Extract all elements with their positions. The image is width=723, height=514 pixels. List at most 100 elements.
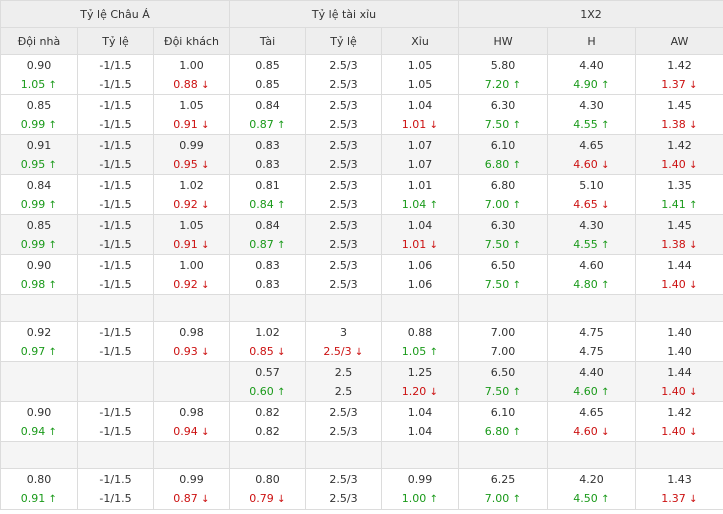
opening-odds: 2.5/3 [307, 96, 381, 115]
odds-value: -1/1.5 [99, 157, 132, 171]
arrow-up-icon [512, 383, 521, 401]
odds-value: -1/1.5 [99, 424, 132, 438]
cell-aw: 1.45 1.38 [635, 214, 723, 255]
odds-value: 6.50 [490, 365, 516, 379]
current-odds: 2.5/3 [307, 342, 381, 361]
arrow-up-icon [512, 156, 521, 174]
current-odds: 4.90 [549, 75, 635, 94]
cell-home: 0.90 1.05 [0, 54, 78, 95]
opening-odds: 1.05 [383, 56, 458, 75]
current-odds: 7.00 [460, 489, 547, 508]
odds-value: 0.88 [407, 325, 433, 339]
opening-odds: 1.01 [383, 176, 458, 195]
opening-odds [2, 363, 77, 382]
current-odds: 1.40 [637, 275, 723, 294]
opening-odds: 1.07 [383, 136, 458, 155]
arrow-up-icon [512, 76, 521, 94]
col-header-h: H [547, 27, 637, 55]
cell-over: 0.84 0.87 [229, 214, 307, 255]
opening-odds: -1/1.5 [79, 96, 153, 115]
odds-value: 0.87 [249, 117, 274, 131]
arrow-up-icon [277, 383, 286, 401]
cell-away: 1.05 0.91 [152, 94, 231, 135]
current-odds: 0.82 [231, 422, 305, 441]
cell-line: 2.5/3 2.5/3 [305, 401, 383, 442]
current-odds: 0.95 [2, 155, 77, 174]
table-row: 0.80 0.91 -1/1.5 -1/1.5 0.99 0.87 0.80 0.79 2.5/… [0, 468, 723, 510]
current-odds: 0.85 [231, 342, 305, 361]
arrow-up-icon [48, 196, 57, 214]
current-odds [2, 382, 77, 401]
cell-away: 0.98 0.93 [152, 321, 231, 362]
opening-odds: 6.50 [460, 363, 547, 382]
cell-h: 5.10 4.65 [547, 174, 637, 215]
opening-odds: -1/1.5 [79, 136, 153, 155]
opening-odds: 0.80 [2, 470, 77, 489]
group-header-1x2: 1X2 [458, 0, 723, 28]
odds-value: 7.50 [484, 384, 510, 398]
current-odds: 2.5 [307, 382, 381, 401]
opening-odds: 6.30 [460, 216, 547, 235]
arrow-down-icon [201, 490, 210, 509]
opening-odds: 0.85 [2, 216, 77, 235]
odds-value: 1.38 [661, 117, 686, 131]
odds-value: 0.90 [26, 405, 52, 419]
odds-value: 4.30 [579, 218, 604, 232]
arrow-down-icon [429, 383, 438, 401]
current-odds: 7.20 [460, 75, 547, 94]
current-odds: 0.98 [2, 275, 77, 294]
odds-value: 0.97 [20, 344, 46, 358]
odds-value: -1/1.5 [99, 197, 132, 211]
cell-over: 0.81 0.84 [229, 174, 307, 215]
arrow-up-icon [48, 116, 57, 134]
cell-h: 4.30 4.55 [547, 94, 637, 135]
arrow-up-icon [689, 196, 698, 214]
current-odds: 1.40 [637, 382, 723, 401]
current-odds: 0.87 [155, 489, 229, 509]
current-odds: 1.06 [383, 275, 458, 294]
cell-over: 0.84 0.87 [229, 94, 307, 135]
opening-odds: 4.30 [549, 96, 635, 115]
table-row: 0.85 0.99 -1/1.5 -1/1.5 1.05 0.91 0.84 0.87 2.5/… [0, 94, 723, 135]
odds-value: -1/1.5 [99, 344, 132, 358]
odds-value: 1.05 [407, 58, 433, 72]
current-odds: 1.40 [637, 342, 723, 361]
arrow-up-icon [48, 343, 57, 361]
arrow-up-icon [48, 236, 57, 254]
odds-value: 7.00 [490, 325, 516, 339]
header-column-row: Đội nhà Tỷ lệ Đội khách Tài Tỷ lệ Xỉu HW… [0, 27, 723, 55]
empty-cell [229, 294, 307, 322]
opening-odds: 4.30 [549, 216, 635, 235]
opening-odds: 4.40 [549, 363, 635, 382]
odds-value: -1/1.5 [99, 117, 132, 131]
odds-value: 4.40 [579, 58, 604, 72]
odds-value: 0.84 [26, 178, 52, 192]
arrow-up-icon [48, 490, 57, 509]
current-odds: -1/1.5 [79, 422, 153, 441]
arrow-down-icon [201, 196, 210, 214]
opening-odds: 6.10 [460, 136, 547, 155]
odds-value: 0.95 [20, 157, 46, 171]
opening-odds: 2.5/3 [307, 56, 381, 75]
odds-value: -1/1.5 [99, 473, 132, 486]
cell-over: 0.57 0.60 [229, 361, 307, 402]
odds-value: 1.40 [661, 277, 686, 291]
odds-value: 0.85 [255, 77, 280, 91]
odds-value: 0.57 [255, 365, 280, 379]
odds-value: 4.50 [573, 492, 598, 505]
current-odds: 0.91 [2, 489, 77, 509]
opening-odds: 1.04 [383, 96, 458, 115]
opening-odds: 5.10 [549, 176, 635, 195]
current-odds: 1.04 [383, 195, 458, 214]
cell-handicap: -1/1.5 -1/1.5 [77, 54, 154, 95]
arrow-down-icon [601, 423, 610, 441]
cell-hw: 6.50 7.50 [458, 254, 549, 295]
cell-home: 0.85 0.99 [0, 94, 78, 135]
opening-odds: 0.84 [2, 176, 77, 195]
odds-value: 0.84 [249, 197, 274, 211]
odds-value: 1.01 [401, 237, 427, 251]
opening-odds: 1.42 [637, 56, 723, 75]
odds-value: 2.5/3 [329, 258, 358, 272]
odds-value: 4.65 [573, 197, 598, 211]
odds-value: 0.92 [173, 197, 198, 211]
